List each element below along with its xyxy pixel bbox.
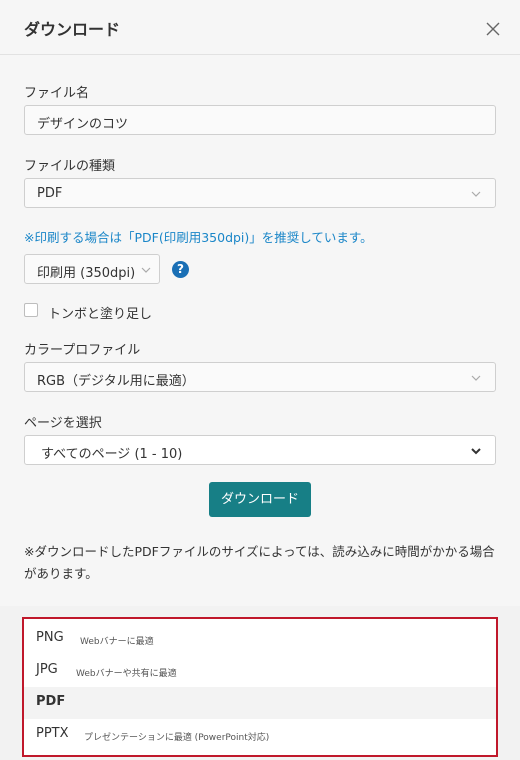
option-description: プレゼンテーションに最適 (PowerPoint対応): [84, 733, 270, 743]
file-name-input[interactable]: デザインのコツ: [24, 105, 496, 135]
pages-value: すべてのページ (1 - 10): [41, 447, 183, 462]
dropdown-option-pptx[interactable]: PPTX プレゼンテーションに最適 (PowerPoint対応): [24, 719, 496, 751]
option-name: JPG: [36, 662, 58, 677]
print-recommendation-note: ※印刷する場合は「PDF(印刷用350dpi)」を推奨しています。: [24, 230, 373, 245]
bleed-checkbox-label[interactable]: トンボと塗り足し: [48, 303, 152, 322]
pages-select[interactable]: すべてのページ (1 - 10): [24, 435, 496, 465]
file-name-label: ファイル名: [24, 86, 90, 101]
download-button[interactable]: ダウンロード: [209, 482, 311, 517]
option-description: Webバナーに最適: [80, 637, 154, 647]
option-name: PNG: [36, 630, 64, 645]
quality-value: 印刷用 (350dpi): [37, 266, 136, 281]
file-type-label: ファイルの種類: [24, 159, 116, 174]
chevron-down-icon: [141, 267, 151, 273]
pages-label: ページを選択: [24, 416, 102, 431]
dialog-title: ダウンロード: [24, 20, 121, 39]
quality-select[interactable]: 印刷用 (350dpi): [24, 254, 160, 284]
dropdown-option-png[interactable]: PNG Webバナーに最適: [24, 623, 496, 655]
chevron-down-icon: [471, 375, 481, 381]
file-type-select[interactable]: PDF: [24, 178, 496, 208]
option-name: PDF: [36, 694, 66, 709]
chevron-down-icon: [471, 191, 481, 197]
color-profile-label: カラープロファイル: [24, 343, 141, 358]
file-name-value: デザインのコツ: [37, 117, 129, 132]
question-circle-icon[interactable]: ?: [172, 261, 189, 278]
bleed-checkbox[interactable]: [24, 303, 38, 317]
option-description: Webバナーや共有に最適: [76, 669, 177, 679]
close-icon[interactable]: [486, 22, 500, 36]
chevron-down-icon: [471, 448, 481, 455]
download-footnote: ※ダウンロードしたPDFファイルのサイズによっては、読み込みに時間がかかる場合が…: [24, 544, 495, 581]
dialog-header: ダウンロード: [0, 0, 520, 55]
dropdown-option-jpg[interactable]: JPG Webバナーや共有に最適: [24, 655, 496, 687]
file-type-dropdown: PNG Webバナーに最適 JPG Webバナーや共有に最適 PDF PPTX …: [22, 617, 498, 757]
color-profile-select[interactable]: RGB（デジタル用に最適）: [24, 362, 496, 392]
dropdown-option-pdf[interactable]: PDF: [24, 687, 496, 719]
file-type-value: PDF: [37, 186, 63, 201]
download-dialog: ダウンロード ファイル名 デザインのコツ ファイルの種類 PDF ※印刷する場合…: [0, 0, 520, 606]
option-name: PPTX: [36, 726, 69, 741]
color-profile-value: RGB（デジタル用に最適）: [37, 374, 195, 389]
